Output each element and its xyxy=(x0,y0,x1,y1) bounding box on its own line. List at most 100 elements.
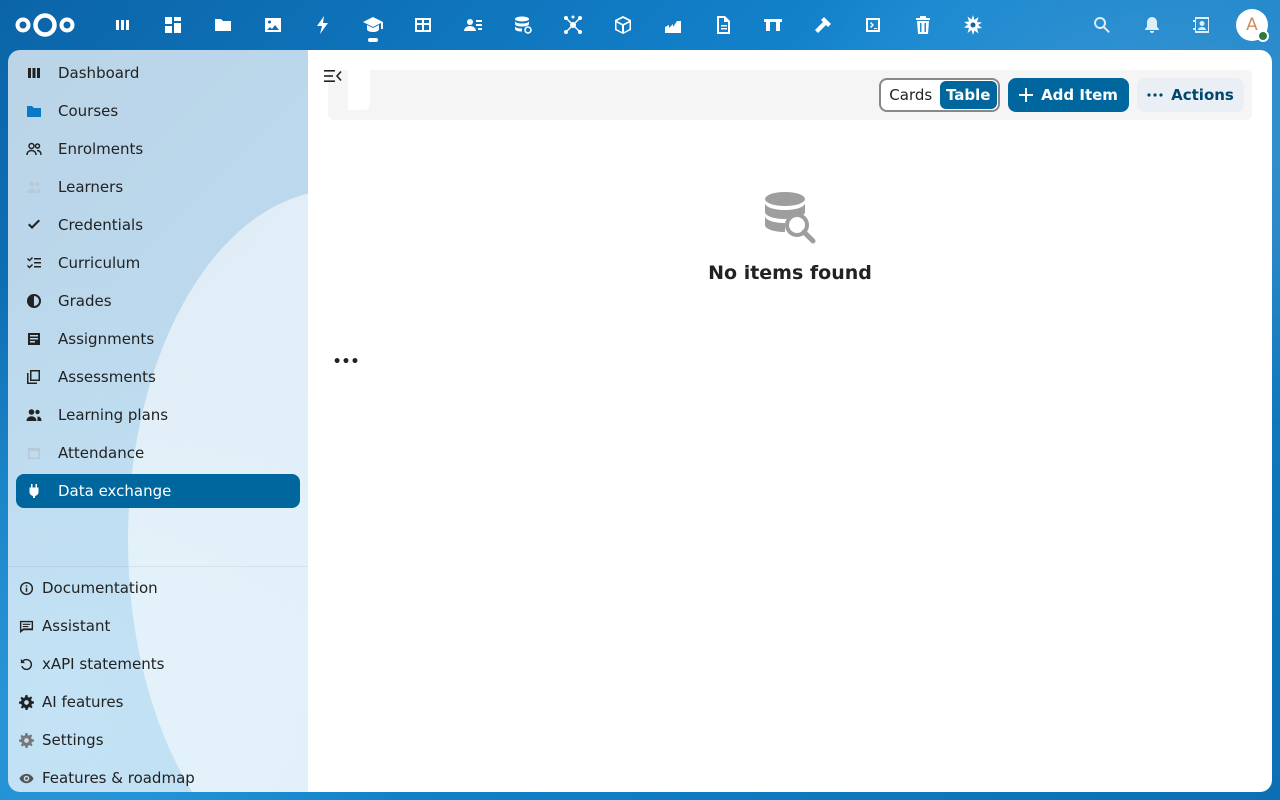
trash-icon xyxy=(916,16,930,34)
sidebar-item-assessments[interactable]: Assessments xyxy=(16,360,300,394)
sidebar-item-label: Enrolments xyxy=(58,140,144,158)
sidebar-item-label: Curriculum xyxy=(58,254,141,272)
history-icon xyxy=(18,656,34,672)
app-network[interactable] xyxy=(548,0,598,50)
folder-icon xyxy=(215,19,231,31)
calendar-icon xyxy=(26,445,42,461)
nextcloud-logo[interactable] xyxy=(14,11,76,39)
checklist-icon xyxy=(26,255,42,271)
network-icon xyxy=(564,15,582,34)
eye-icon xyxy=(18,770,34,786)
app-code[interactable] xyxy=(848,0,898,50)
sidebar-item-data-exchange[interactable]: Data exchange xyxy=(16,474,300,508)
app-notes[interactable] xyxy=(698,0,748,50)
sidebar-item-label: Assistant xyxy=(42,617,111,635)
notifications-button[interactable] xyxy=(1127,0,1177,50)
app-contacts[interactable] xyxy=(448,0,498,50)
app-package[interactable] xyxy=(598,0,648,50)
sidebar-item-learning-plans[interactable]: Learning plans xyxy=(16,398,300,432)
add-item-label: Add Item xyxy=(1041,86,1118,104)
table-icon xyxy=(415,18,431,32)
user-avatar[interactable]: A xyxy=(1236,9,1269,42)
toggle-navigation-button[interactable] xyxy=(322,66,344,86)
settings-icon xyxy=(18,732,34,748)
contacts-menu-button[interactable] xyxy=(1177,0,1227,50)
sidebar-item-credentials[interactable]: Credentials xyxy=(16,208,300,242)
empty-title: No items found xyxy=(708,262,872,284)
folder-icon xyxy=(26,103,42,119)
sidebar-item-label: xAPI statements xyxy=(42,655,165,673)
sidebar-item-attendance[interactable]: Attendance xyxy=(16,436,300,470)
contacts-book-icon xyxy=(1193,17,1209,33)
sidebar-item-label: Credentials xyxy=(58,216,144,234)
app-activity[interactable] xyxy=(298,0,348,50)
avatar-initial: A xyxy=(1246,15,1258,35)
sidebar-item-grades[interactable]: Grades xyxy=(16,284,300,318)
app-database[interactable] xyxy=(498,0,548,50)
code-icon xyxy=(866,18,880,32)
app-tools[interactable] xyxy=(798,0,848,50)
actions-label: Actions xyxy=(1171,86,1234,104)
sidebar-item-label: Learning plans xyxy=(58,406,169,424)
dots-horizontal-icon xyxy=(1147,93,1163,97)
database-icon xyxy=(515,16,532,34)
view-mode-switch: Cards Table xyxy=(879,78,1000,112)
sidebar-item-label: Documentation xyxy=(42,579,158,597)
sidebar-item-features-roadmap[interactable]: Features & roadmap xyxy=(8,759,308,792)
navigation-list: Dashboard Courses Enrolments Learners Cr… xyxy=(16,56,300,512)
gear-icon xyxy=(18,694,34,710)
workflow-icon xyxy=(665,21,681,33)
lightning-icon xyxy=(317,16,328,34)
sidebar-item-courses[interactable]: Courses xyxy=(16,94,300,128)
sidebar-item-assistant[interactable]: Assistant xyxy=(8,607,308,645)
view-cards-option[interactable]: Cards xyxy=(882,81,940,109)
app-custom[interactable] xyxy=(948,0,998,50)
sidebar-item-learners[interactable]: Learners xyxy=(16,170,300,204)
copy-icon xyxy=(26,369,42,385)
app-board[interactable] xyxy=(748,0,798,50)
toolbar-notch xyxy=(348,70,370,110)
view-table-option[interactable]: Table xyxy=(939,81,997,109)
app-content: Cards Table Add Item Actions No items fo… xyxy=(308,50,1272,792)
clipboard-icon xyxy=(26,331,42,347)
app-menu xyxy=(98,0,998,50)
star-gear-icon xyxy=(964,15,982,35)
plug-icon xyxy=(26,483,42,499)
check-icon xyxy=(26,217,42,233)
half-circle-icon xyxy=(26,293,42,309)
sidebar-item-settings[interactable]: Settings xyxy=(8,721,308,759)
header-right: A xyxy=(1077,0,1269,50)
people-icon xyxy=(26,141,42,157)
dashboard-icon xyxy=(26,65,42,81)
cube-icon xyxy=(615,16,631,34)
sidebar-item-label: Attendance xyxy=(58,444,145,462)
board-icon xyxy=(764,19,782,31)
hammer-icon xyxy=(815,17,831,33)
document-icon xyxy=(717,16,730,34)
empty-content: No items found xyxy=(308,190,1272,284)
app-trash[interactable] xyxy=(898,0,948,50)
more-options-button[interactable]: ••• xyxy=(333,354,360,370)
sidebar-item-enrolments[interactable]: Enrolments xyxy=(16,132,300,166)
actions-button[interactable]: Actions xyxy=(1137,78,1244,112)
add-item-button[interactable]: Add Item xyxy=(1008,78,1129,112)
sidebar-item-label: AI features xyxy=(42,693,124,711)
sidebar-item-label: Learners xyxy=(58,178,124,196)
search-button[interactable] xyxy=(1077,0,1127,50)
sidebar-item-documentation[interactable]: Documentation xyxy=(8,569,308,607)
learners-icon xyxy=(26,179,42,195)
app-files[interactable] xyxy=(198,0,248,50)
sidebar-item-curriculum[interactable]: Curriculum xyxy=(16,246,300,280)
sidebar-item-dashboard[interactable]: Dashboard xyxy=(16,56,300,90)
app-learning[interactable] xyxy=(348,0,398,50)
app-workflow[interactable] xyxy=(648,0,698,50)
group-icon xyxy=(26,407,42,423)
app-dashboard[interactable] xyxy=(98,0,148,50)
sidebar-item-assignments[interactable]: Assignments xyxy=(16,322,300,356)
sidebar-item-xapi-statements[interactable]: xAPI statements xyxy=(8,645,308,683)
app-tables[interactable] xyxy=(398,0,448,50)
sidebar-item-label: Data exchange xyxy=(58,482,172,500)
app-widgets[interactable] xyxy=(148,0,198,50)
app-photos[interactable] xyxy=(248,0,298,50)
sidebar-item-ai-features[interactable]: AI features xyxy=(8,683,308,721)
